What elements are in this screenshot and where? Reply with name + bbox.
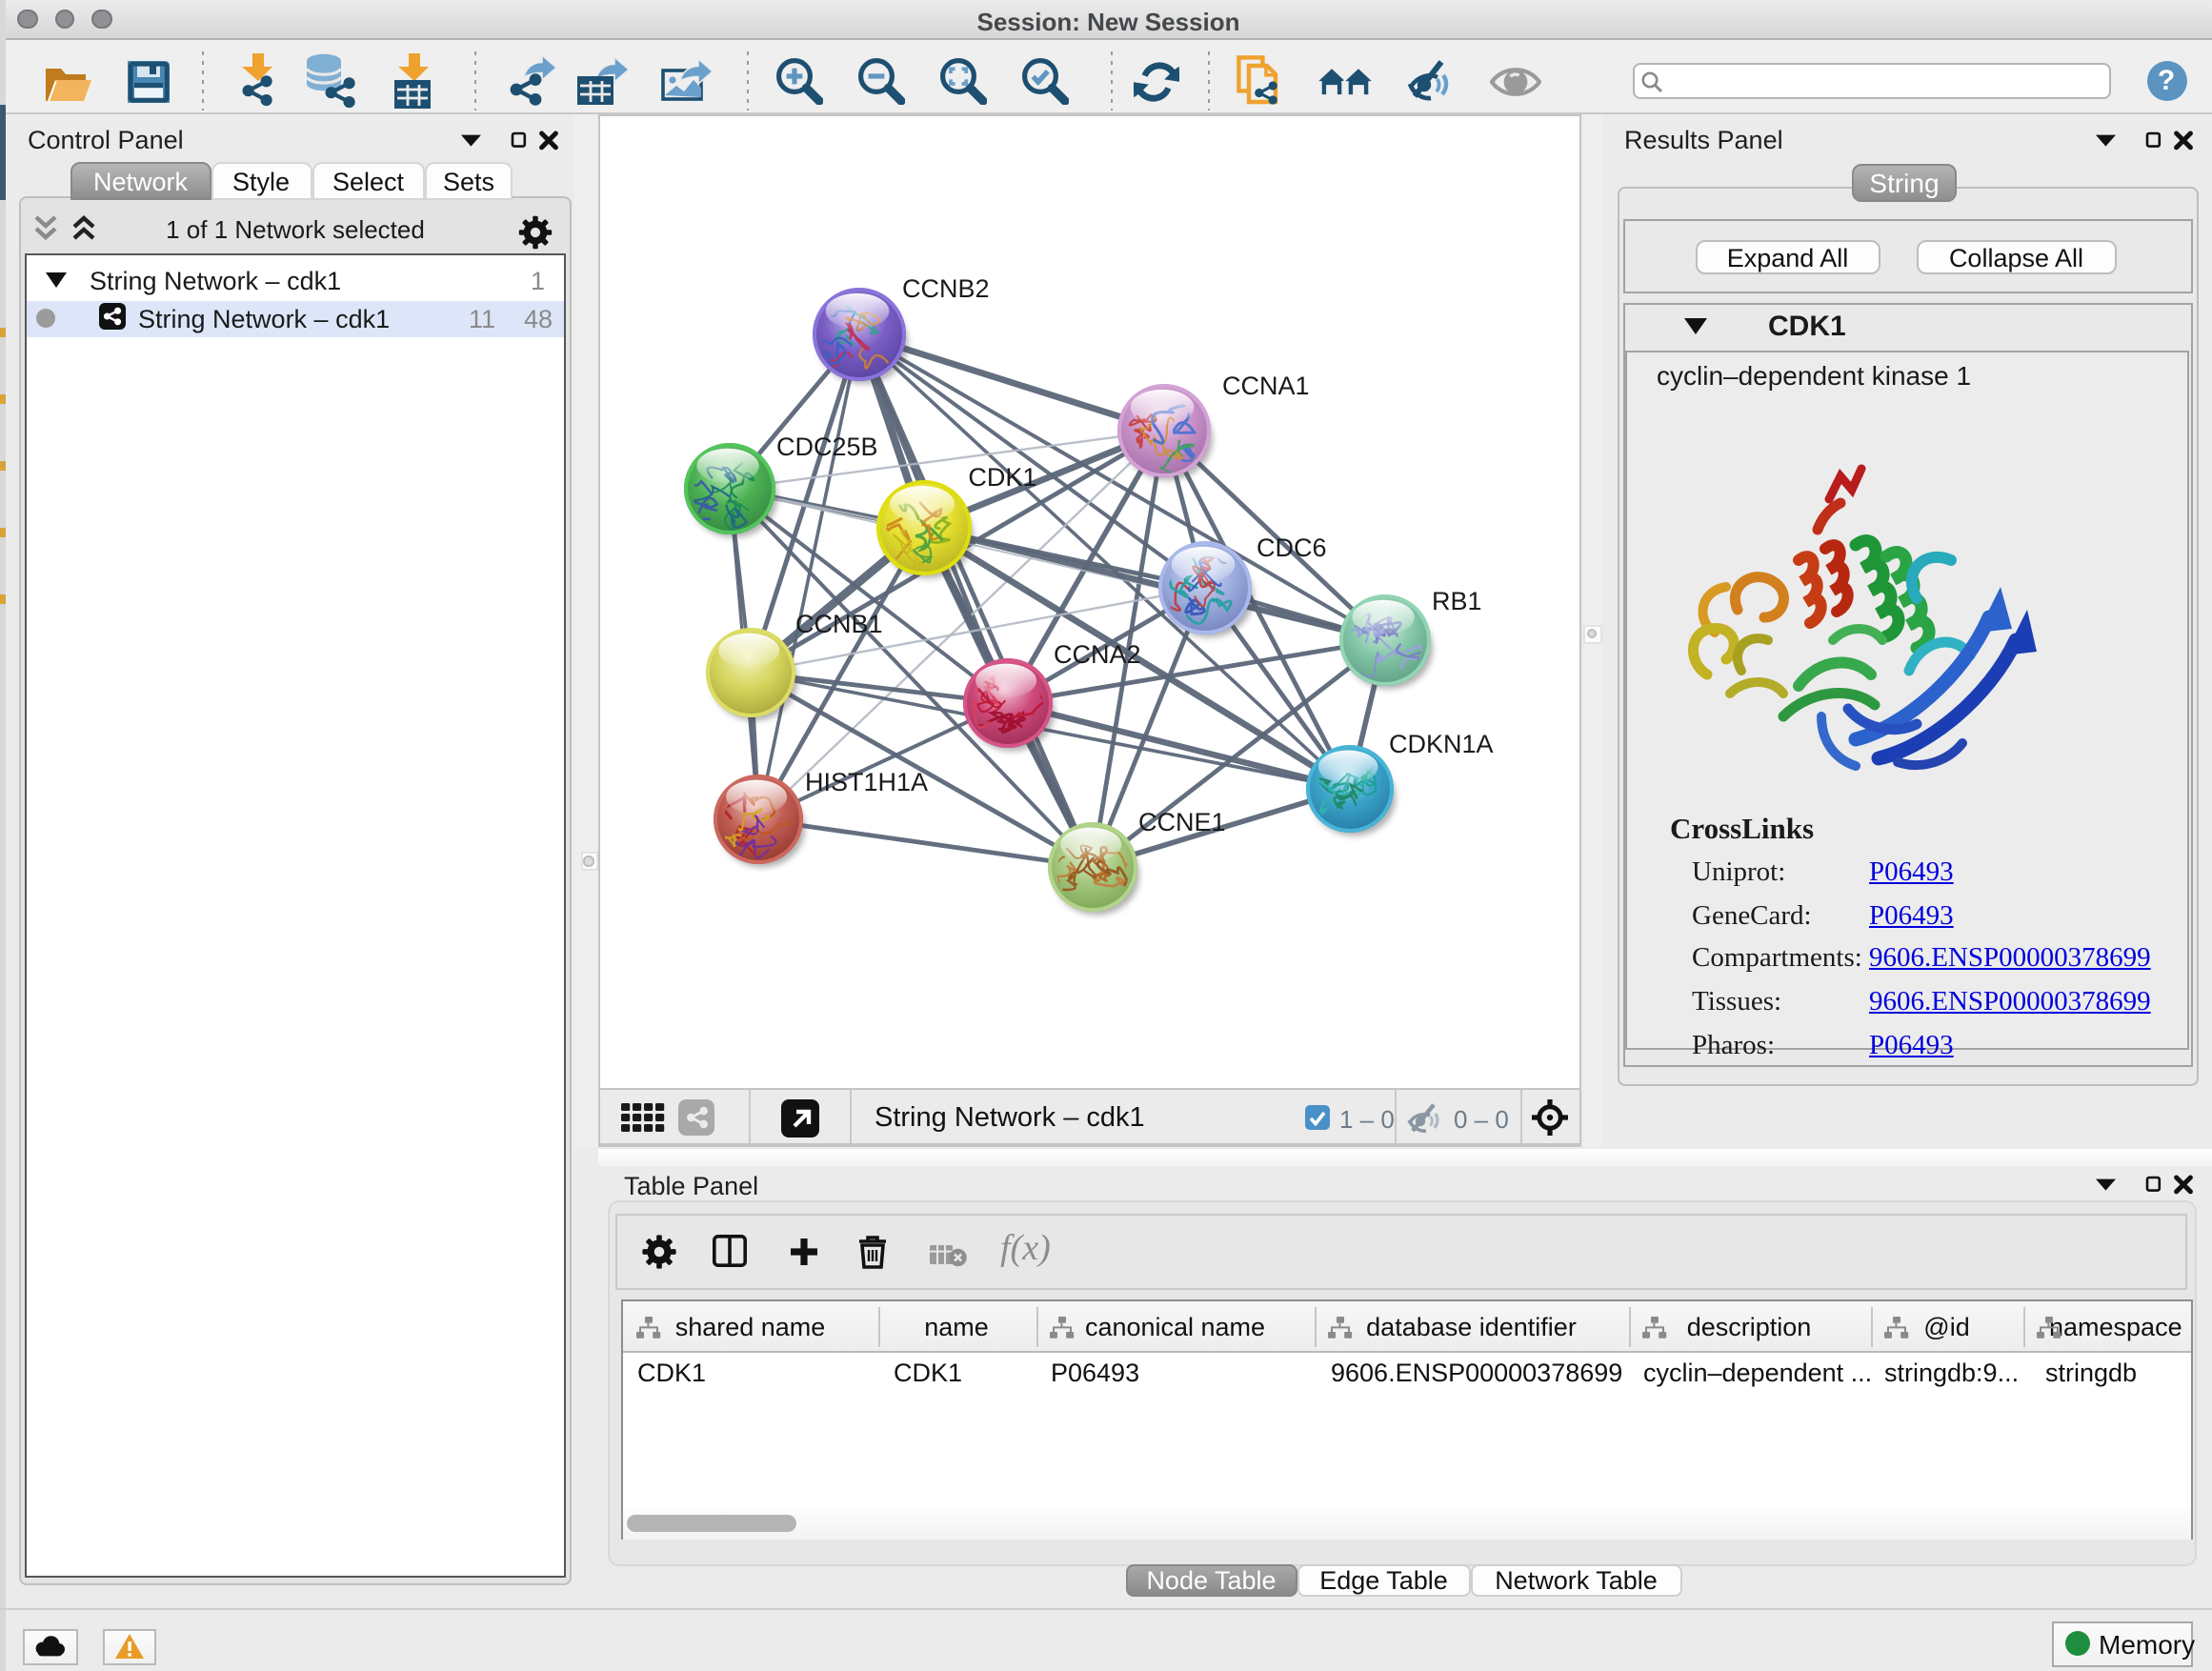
svg-text:CCNB2: CCNB2 <box>901 273 989 302</box>
svg-text:RB1: RB1 <box>1431 586 1481 614</box>
svg-text:CDC6: CDC6 <box>1256 533 1326 561</box>
svg-text:CCNA2: CCNA2 <box>1053 639 1140 668</box>
svg-text:CCNA1: CCNA1 <box>1221 371 1309 399</box>
svg-text:HIST1H1A: HIST1H1A <box>804 767 927 795</box>
svg-text:CDC25B: CDC25B <box>775 432 877 460</box>
svg-text:CCNB1: CCNB1 <box>794 609 882 637</box>
svg-text:CDK1: CDK1 <box>967 462 1036 491</box>
svg-text:CDKN1A: CDKN1A <box>1388 729 1493 757</box>
svg-text:CCNE1: CCNE1 <box>1137 807 1225 836</box>
